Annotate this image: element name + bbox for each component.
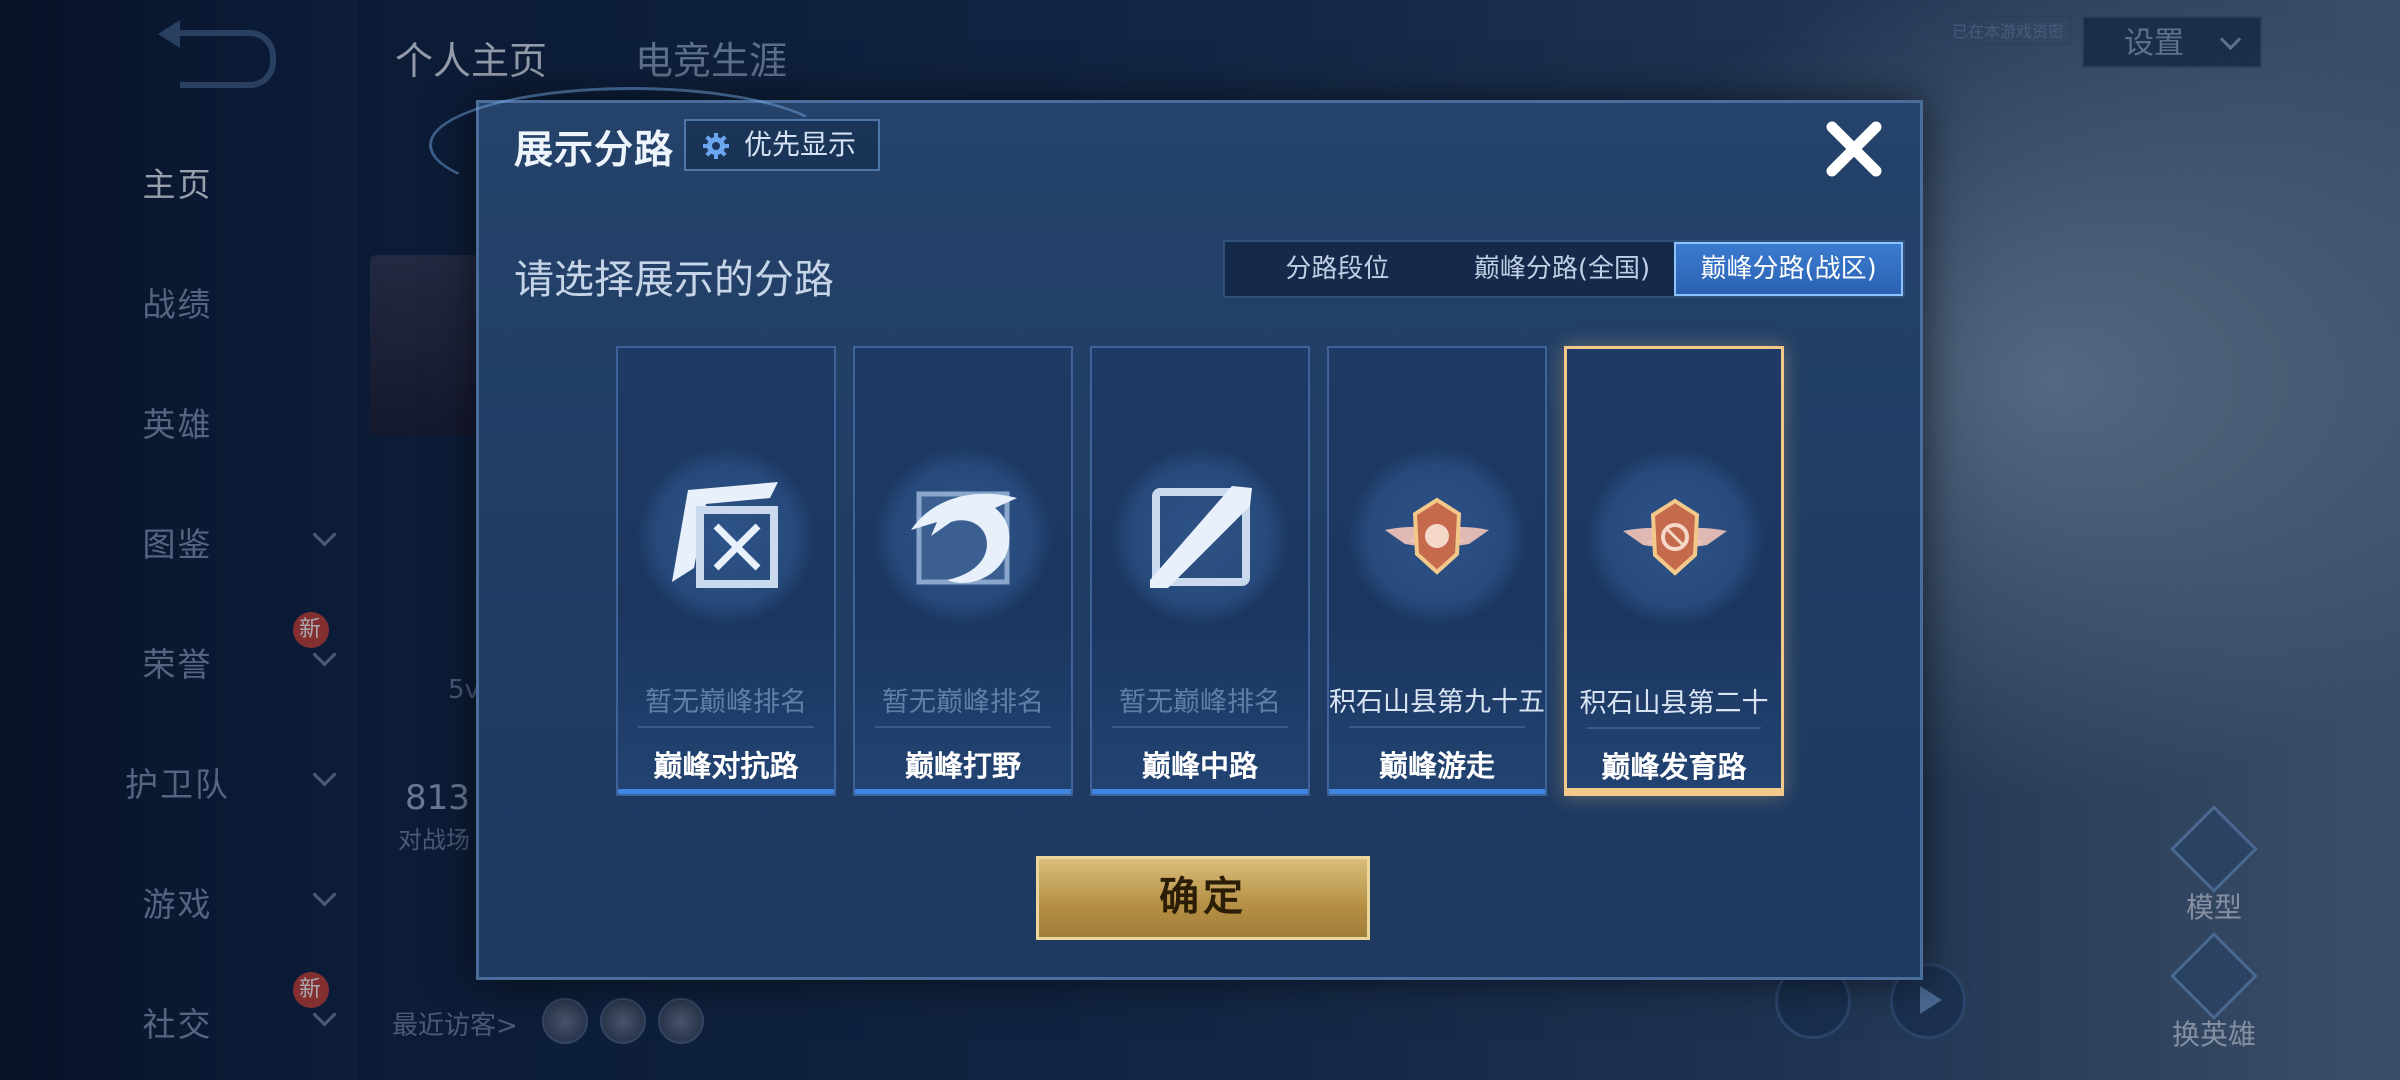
lane-card-list: 暂无巅峰排名 巅峰对抗路 暂无巅峰排名 巅峰打野 暂无巅峰排名 巅峰中路 积石山… — [616, 346, 1784, 796]
card-glow — [618, 789, 834, 794]
card-divider — [1587, 727, 1761, 729]
card-divider — [1349, 726, 1525, 728]
dialog-title: 展示分路 — [514, 128, 675, 173]
lane-name: 巅峰游走 — [1378, 749, 1495, 783]
clash-lane-emblem-icon — [672, 482, 778, 588]
card-glow — [1329, 789, 1545, 794]
card-glow — [1092, 789, 1308, 794]
lane-name: 巅峰打野 — [904, 749, 1021, 783]
rank-text: 积石山县第九十五 — [1329, 687, 1545, 718]
lane-card-farm[interactable]: 积石山县第二十 巅峰发育路 — [1564, 346, 1784, 796]
card-divider — [875, 726, 1051, 728]
lane-name: 巅峰对抗路 — [653, 749, 799, 783]
lane-card-clash[interactable]: 暂无巅峰排名 巅峰对抗路 — [616, 346, 836, 796]
farm-winged-badge-icon — [1623, 498, 1727, 576]
priority-display-button[interactable]: 优先显示 — [684, 119, 880, 171]
lane-name: 巅峰中路 — [1141, 749, 1258, 783]
roam-winged-badge-icon — [1385, 497, 1489, 575]
confirm-button[interactable]: 确定 — [1036, 856, 1370, 940]
close-icon[interactable] — [1818, 113, 1890, 185]
tab-peak-national[interactable]: 巅峰分路(全国) — [1450, 242, 1675, 296]
rank-scope-tabs: 分路段位 巅峰分路(全国) 巅峰分路(战区) — [1223, 240, 1905, 298]
dialog-subtitle: 请选择展示的分路 — [514, 257, 834, 303]
mid-lane-emblem-icon — [1150, 486, 1252, 588]
lane-card-roam[interactable]: 积石山县第九十五 巅峰游走 — [1327, 346, 1547, 796]
rank-text: 暂无巅峰排名 — [645, 687, 807, 718]
card-glow — [855, 789, 1071, 794]
card-divider — [1112, 726, 1288, 728]
priority-display-label: 优先显示 — [744, 128, 857, 161]
rank-text: 暂无巅峰排名 — [882, 687, 1044, 718]
lane-card-mid[interactable]: 暂无巅峰排名 巅峰中路 — [1090, 346, 1310, 796]
card-divider — [638, 726, 814, 728]
gear-icon — [703, 133, 729, 159]
rank-text: 暂无巅峰排名 — [1119, 687, 1281, 718]
tab-peak-region[interactable]: 巅峰分路(战区) — [1674, 242, 1904, 296]
lane-card-jungle[interactable]: 暂无巅峰排名 巅峰打野 — [853, 346, 1073, 796]
tab-lane-rank[interactable]: 分路段位 — [1225, 242, 1450, 296]
card-glow — [1567, 788, 1781, 793]
lane-name: 巅峰发育路 — [1601, 750, 1747, 784]
lane-display-dialog: 展示分路 优先显示 请选择展示的分路 分路段位 巅峰分路(全国) 巅峰分路(战区… — [429, 87, 1923, 980]
jungle-dragon-emblem-icon — [911, 491, 1017, 585]
rank-text: 积石山县第二十 — [1579, 688, 1769, 719]
